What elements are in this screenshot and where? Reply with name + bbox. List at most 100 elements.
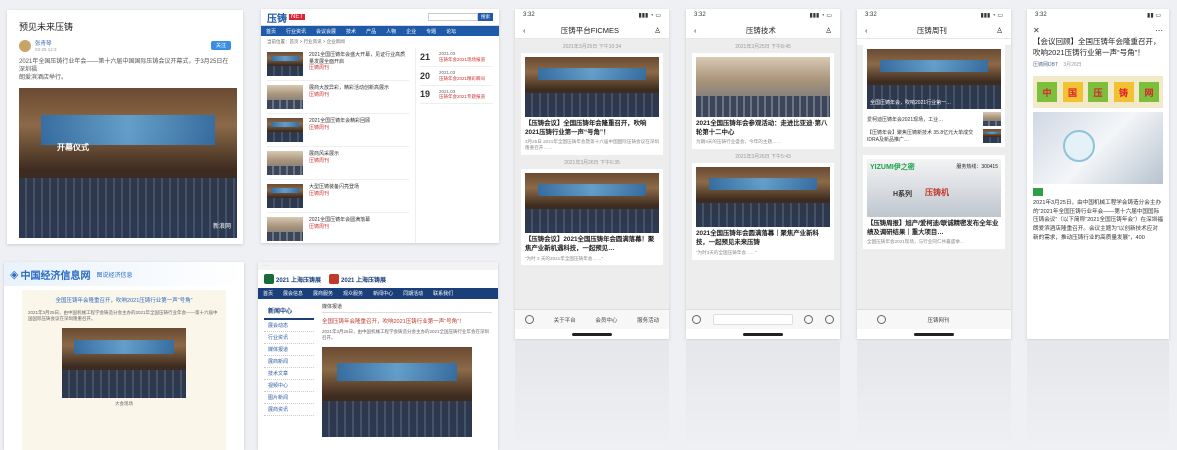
phone-screenshot-3[interactable]: 3:32 ▮▮▮ ◔ ▭ ‹ 压铸周刊 ♙ 全国压铸年会，吹响2021行业第一… … xyxy=(857,9,1011,339)
news-meta: 压铸周刊 xyxy=(309,157,330,164)
topbar-text: · · · xyxy=(262,263,269,269)
plus-icon[interactable] xyxy=(825,315,835,324)
emoji-icon[interactable] xyxy=(804,315,814,324)
nav-item[interactable]: 首页 xyxy=(261,28,281,35)
card-image xyxy=(696,57,830,117)
menu-item[interactable]: 会员中心 xyxy=(595,316,617,324)
economic-site-card[interactable]: ◈ 中国经济信息网 图说经济信息 全国压铸年会隆重召开，吹响2021压铸行业第一… xyxy=(4,262,244,450)
message-card[interactable]: 2021全国压铸年会圆满落幕｜聚焦产业新科技，一起预见未来压铸 “为时3天的全国… xyxy=(692,163,834,260)
date-link[interactable]: 压铸年会2021精彩瞬间 xyxy=(439,76,485,82)
news-item[interactable]: 2021全国压铸年会圆满落幕 压铸周刊 xyxy=(267,213,409,243)
timestamp: 2021年3月25日 下午8:45 xyxy=(735,44,791,50)
nav-item[interactable]: 同期活动 xyxy=(398,290,428,297)
card-image xyxy=(525,57,659,117)
nav-item[interactable]: 技术 xyxy=(341,28,361,35)
sidebar-item[interactable]: 行业资讯 xyxy=(264,332,314,344)
nav-item[interactable]: 专题 xyxy=(421,28,441,35)
sub-item[interactable]: 【压铸年会】聚焦压铸新技术 35.8亿元大单成交 IDRA及新品推广… xyxy=(867,126,1001,143)
sidebar-item[interactable]: 技术文章 xyxy=(264,368,314,380)
news-meta: 压铸周刊 xyxy=(309,190,330,197)
nav-item[interactable]: 人物 xyxy=(381,28,401,35)
phone-screenshot-1[interactable]: 3:32 ▮▮▮ ◔ ▭ ‹ 压铸平台FICMES ♙ 2021年3月25日 下午… xyxy=(515,9,669,339)
nav-item[interactable]: 产品 xyxy=(361,28,381,35)
expo-logo-b: 2021 上海压铸展 xyxy=(341,277,387,284)
menu-item[interactable]: 关于平台 xyxy=(554,316,576,324)
phone-screenshot-2[interactable]: 3:32 ▮▮▮ ◔ ▭ ‹ 压铸技术 ♙ 2021年3月25日 下午8:45 2… xyxy=(686,9,840,339)
article-photo xyxy=(322,346,472,437)
banner-text: 开幕仪式 xyxy=(57,143,89,152)
search-input[interactable] xyxy=(428,13,478,21)
profile-icon[interactable]: ♙ xyxy=(654,26,661,35)
keyboard-icon[interactable] xyxy=(877,315,887,324)
reflection xyxy=(686,342,840,450)
nav-item[interactable]: 企业 xyxy=(401,28,421,35)
news-item[interactable]: 2021全国压铸年会盛大开幕，见证行业高质量发展全面开启 压铸周刊 xyxy=(267,48,410,81)
message-input[interactable] xyxy=(712,314,793,325)
expo-logo-icon xyxy=(329,274,340,284)
wechat-article-card[interactable]: 3:32 ▮▮ ▭ ✕ ⋯ 【会议回顾】全国压铸年会隆重召开，吹响2021压铸行业… xyxy=(1027,9,1169,339)
nav-item[interactable]: 论坛 xyxy=(441,28,461,35)
expo-site-card[interactable]: · · · 2021 上海压铸展 2021 上海压铸展 首页 展会信息 展商服务… xyxy=(258,262,498,450)
search-button[interactable]: 搜索 xyxy=(478,13,493,21)
account-name[interactable]: 压铸网DBT xyxy=(1033,62,1058,68)
news-item[interactable]: 展商大放异彩，精彩活动创新高展示 压铸周刊 xyxy=(267,81,410,114)
news-item[interactable]: 2021全国压铸年会精彩回顾 压铸周刊 xyxy=(267,114,410,147)
logo-block: 中 国 压 铸 网 xyxy=(1033,76,1163,108)
article-card-1[interactable]: 预见未来压铸 张青琴 03-25 12:3 关注 2021年全国压铸行业年会——… xyxy=(7,10,243,244)
sub-item-thumbnail xyxy=(983,129,1001,143)
green-marker xyxy=(1033,188,1043,196)
date-day: 21 xyxy=(420,51,431,62)
message-card[interactable]: 【压铸会议】2021全国压铸年会圆满落幕！聚焦产业新机遇科技，一起预见… “为时… xyxy=(521,169,663,266)
profile-icon[interactable]: ♙ xyxy=(996,26,1003,35)
profile-icon[interactable]: ♙ xyxy=(825,26,832,35)
back-icon[interactable]: ‹ xyxy=(523,26,526,35)
nav-item[interactable]: 展商服务 xyxy=(308,290,338,297)
sidebar-item[interactable]: 展商资讯 xyxy=(264,404,314,416)
nav-item[interactable]: 新闻中心 xyxy=(368,290,398,297)
site-logo-icon: ◈ xyxy=(10,268,19,281)
sidebar-item[interactable]: 展商新闻 xyxy=(264,356,314,368)
sub-item-thumbnail xyxy=(983,112,1001,126)
message-card[interactable]: 2021全国压铸年会参观活动：走进比亚迪·第八轮第十二中心 为期3天的压铸行业盛… xyxy=(692,53,834,150)
date-link[interactable]: 压铸年会2021专题报道 xyxy=(439,94,485,100)
news-item[interactable]: 展商风采展示 压铸周刊 xyxy=(267,147,410,180)
date-list-item[interactable]: 21 2021.03 压铸年会2021现场报道 xyxy=(420,48,493,67)
date-list-item[interactable]: 19 2021.03 压铸年会2021专题报道 xyxy=(420,86,493,105)
news-item[interactable]: 大型压铸装备闪亮登场 压铸周刊 xyxy=(267,180,410,213)
nav-item[interactable]: 联系我们 xyxy=(428,290,458,297)
nav-item[interactable]: 观众服务 xyxy=(338,290,368,297)
sidebar-item[interactable]: 视频中心 xyxy=(264,380,314,392)
message-card[interactable]: 【压铸会议】全国压铸年会隆重召开，吹响2021压铸行业第一声“号角”！ 3月25… xyxy=(521,53,663,156)
article-paragraph: 2021年3月25日，由中国机械工程学会铸造分会主办的2021全国压铸行业年会在… xyxy=(322,329,490,340)
sub-item[interactable]: 爱柯迪压铸年会2021现场，工业… xyxy=(867,109,1001,126)
card-image xyxy=(696,167,830,228)
close-icon[interactable]: ✕ xyxy=(1033,26,1040,35)
nav-item[interactable]: 行业资讯 xyxy=(281,28,311,35)
sidebar-item[interactable]: 图片新闻 xyxy=(264,392,314,404)
sidebar-title: 新闻中心 xyxy=(264,303,314,320)
reflection xyxy=(857,342,1011,450)
follow-button[interactable]: 关注 xyxy=(210,41,231,50)
headline: 全国压铸年会隆重召开，吹响2021压铸行业第一声“号角” xyxy=(55,298,193,304)
back-icon[interactable]: ‹ xyxy=(694,26,697,35)
sidebar-item[interactable]: 媒体报道 xyxy=(264,344,314,356)
menu-item[interactable]: 压铸网刊 xyxy=(927,316,949,324)
back-icon[interactable]: ‹ xyxy=(865,26,868,35)
message-card[interactable]: 全国压铸年会，吹响2021行业第一… 爱柯迪压铸年会2021现场，工业… 【压铸… xyxy=(863,45,1005,147)
nav-item[interactable]: 首页 xyxy=(258,290,278,297)
site-logo: 压铸 xyxy=(267,13,287,25)
timestamp: 2021年3月25日 下午10:34 xyxy=(562,44,622,50)
more-icon[interactable]: ⋯ xyxy=(1155,26,1163,35)
voice-icon[interactable] xyxy=(691,315,701,324)
nav-item[interactable]: 会议会展 xyxy=(311,28,341,35)
sidebar-item[interactable]: 展会动态 xyxy=(264,320,314,332)
menu-item[interactable]: 服务活动 xyxy=(637,316,659,324)
card-image xyxy=(525,173,659,234)
nav-item[interactable]: 展会信息 xyxy=(278,290,308,297)
date-link[interactable]: 压铸年会2021现场报道 xyxy=(439,57,485,63)
news-portal-card[interactable]: 压铸 NET 搜索 首页 行业资讯 会议会展 技术 产品 人物 企业 专题 论坛… xyxy=(261,9,499,243)
message-card[interactable]: YIZUMI伊之密 服务热线：300415 H系列 压铸机 【压铸周报】旭产/爱… xyxy=(863,155,1005,250)
date-list-item[interactable]: 20 2021.03 压铸年会2021精彩瞬间 xyxy=(420,67,493,86)
keyboard-icon[interactable] xyxy=(524,315,534,324)
article-photo xyxy=(62,327,186,398)
